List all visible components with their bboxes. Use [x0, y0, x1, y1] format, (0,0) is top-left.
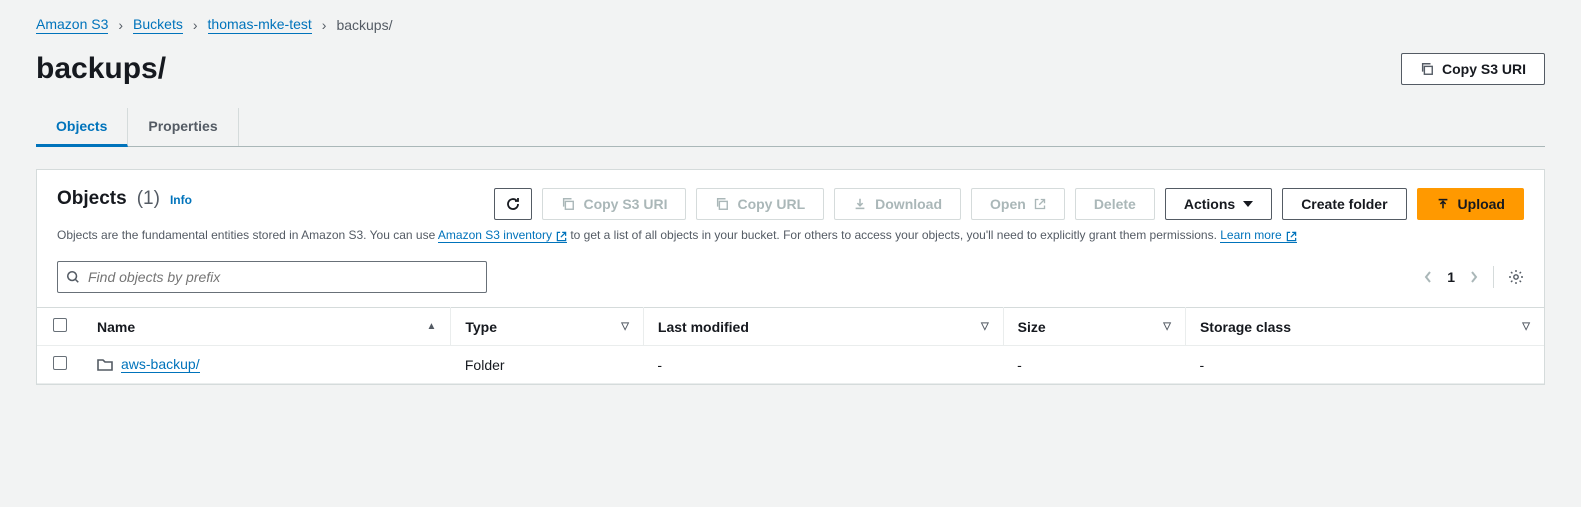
- tab-objects[interactable]: Objects: [36, 108, 128, 147]
- external-link-icon: [1286, 231, 1297, 242]
- col-storage-class[interactable]: Storage class ▽: [1185, 308, 1544, 346]
- col-name[interactable]: Name ▲: [83, 308, 451, 346]
- panel-title: Objects: [57, 188, 127, 210]
- col-size[interactable]: Size ▽: [1003, 308, 1185, 346]
- objects-panel: Objects (1) Info Copy S3 URI: [36, 169, 1545, 385]
- col-type[interactable]: Type ▽: [451, 308, 644, 346]
- cell-storage-class: -: [1185, 346, 1544, 384]
- copy-url-label: Copy URL: [737, 196, 805, 212]
- breadcrumb-link-bucket-name[interactable]: thomas-mke-test: [208, 16, 312, 34]
- delete-label: Delete: [1094, 196, 1136, 212]
- folder-icon: [97, 358, 113, 372]
- filter-icon[interactable]: ▽: [621, 321, 629, 332]
- search-icon: [66, 270, 80, 284]
- copy-s3-uri-label: Copy S3 URI: [1442, 61, 1526, 77]
- settings-button[interactable]: [1508, 269, 1524, 285]
- cell-type: Folder: [451, 346, 644, 384]
- upload-label: Upload: [1458, 196, 1505, 212]
- panel-description: Objects are the fundamental entities sto…: [37, 226, 1544, 245]
- open-button[interactable]: Open: [971, 188, 1065, 220]
- copy-icon: [715, 197, 729, 211]
- filter-icon[interactable]: ▽: [981, 321, 989, 332]
- upload-icon: [1436, 197, 1450, 211]
- inventory-link[interactable]: Amazon S3 inventory: [438, 228, 567, 243]
- panel-count: (1): [137, 188, 160, 210]
- objects-table: Name ▲ Type ▽ Last modified ▽: [37, 307, 1544, 384]
- chevron-right-icon: ›: [193, 17, 198, 33]
- info-link[interactable]: Info: [170, 193, 192, 207]
- download-button[interactable]: Download: [834, 188, 961, 220]
- breadcrumb-link-buckets[interactable]: Buckets: [133, 16, 183, 34]
- copy-url-button[interactable]: Copy URL: [696, 188, 824, 220]
- search-box[interactable]: [57, 261, 487, 293]
- page-title: backups/: [36, 52, 166, 86]
- cell-last-modified: -: [643, 346, 1003, 384]
- tabs: Objects Properties: [36, 108, 1545, 147]
- table-row: aws-backup/ Folder - - -: [37, 346, 1544, 384]
- object-name-link[interactable]: aws-backup/: [121, 356, 200, 373]
- divider: [1493, 266, 1494, 288]
- col-last-modified[interactable]: Last modified ▽: [643, 308, 1003, 346]
- filter-icon[interactable]: ▽: [1163, 321, 1171, 332]
- pagination: 1: [1423, 266, 1524, 288]
- external-link-icon: [1034, 198, 1046, 210]
- delete-button[interactable]: Delete: [1075, 188, 1155, 220]
- learn-more-link[interactable]: Learn more: [1220, 228, 1296, 243]
- actions-label: Actions: [1184, 196, 1235, 212]
- select-all-checkbox[interactable]: [53, 318, 67, 332]
- filter-icon[interactable]: ▽: [1522, 321, 1530, 332]
- create-folder-label: Create folder: [1301, 196, 1387, 212]
- upload-button[interactable]: Upload: [1417, 188, 1524, 220]
- copy-s3-uri-action-label: Copy S3 URI: [583, 196, 667, 212]
- external-link-icon: [556, 231, 567, 242]
- copy-s3-uri-action-button[interactable]: Copy S3 URI: [542, 188, 686, 220]
- chevron-right-icon: ›: [322, 17, 327, 33]
- download-label: Download: [875, 196, 942, 212]
- create-folder-button[interactable]: Create folder: [1282, 188, 1406, 220]
- refresh-icon: [505, 196, 521, 212]
- caret-down-icon: [1243, 199, 1253, 209]
- breadcrumb-link-s3[interactable]: Amazon S3: [36, 16, 108, 34]
- tab-properties[interactable]: Properties: [128, 108, 238, 146]
- page-number: 1: [1447, 269, 1455, 285]
- refresh-button[interactable]: [494, 188, 532, 220]
- copy-s3-uri-button[interactable]: Copy S3 URI: [1401, 53, 1545, 85]
- actions-dropdown-button[interactable]: Actions: [1165, 188, 1272, 220]
- sort-asc-icon[interactable]: ▲: [426, 321, 436, 332]
- cell-size: -: [1003, 346, 1185, 384]
- prev-page-button[interactable]: [1423, 270, 1433, 284]
- copy-icon: [1420, 62, 1434, 76]
- chevron-right-icon: ›: [118, 17, 123, 33]
- breadcrumb: Amazon S3 › Buckets › thomas-mke-test › …: [36, 16, 1545, 34]
- row-checkbox[interactable]: [53, 356, 67, 370]
- copy-icon: [561, 197, 575, 211]
- next-page-button[interactable]: [1469, 270, 1479, 284]
- breadcrumb-current: backups/: [336, 17, 392, 33]
- download-icon: [853, 197, 867, 211]
- open-label: Open: [990, 196, 1026, 212]
- search-input[interactable]: [88, 269, 478, 285]
